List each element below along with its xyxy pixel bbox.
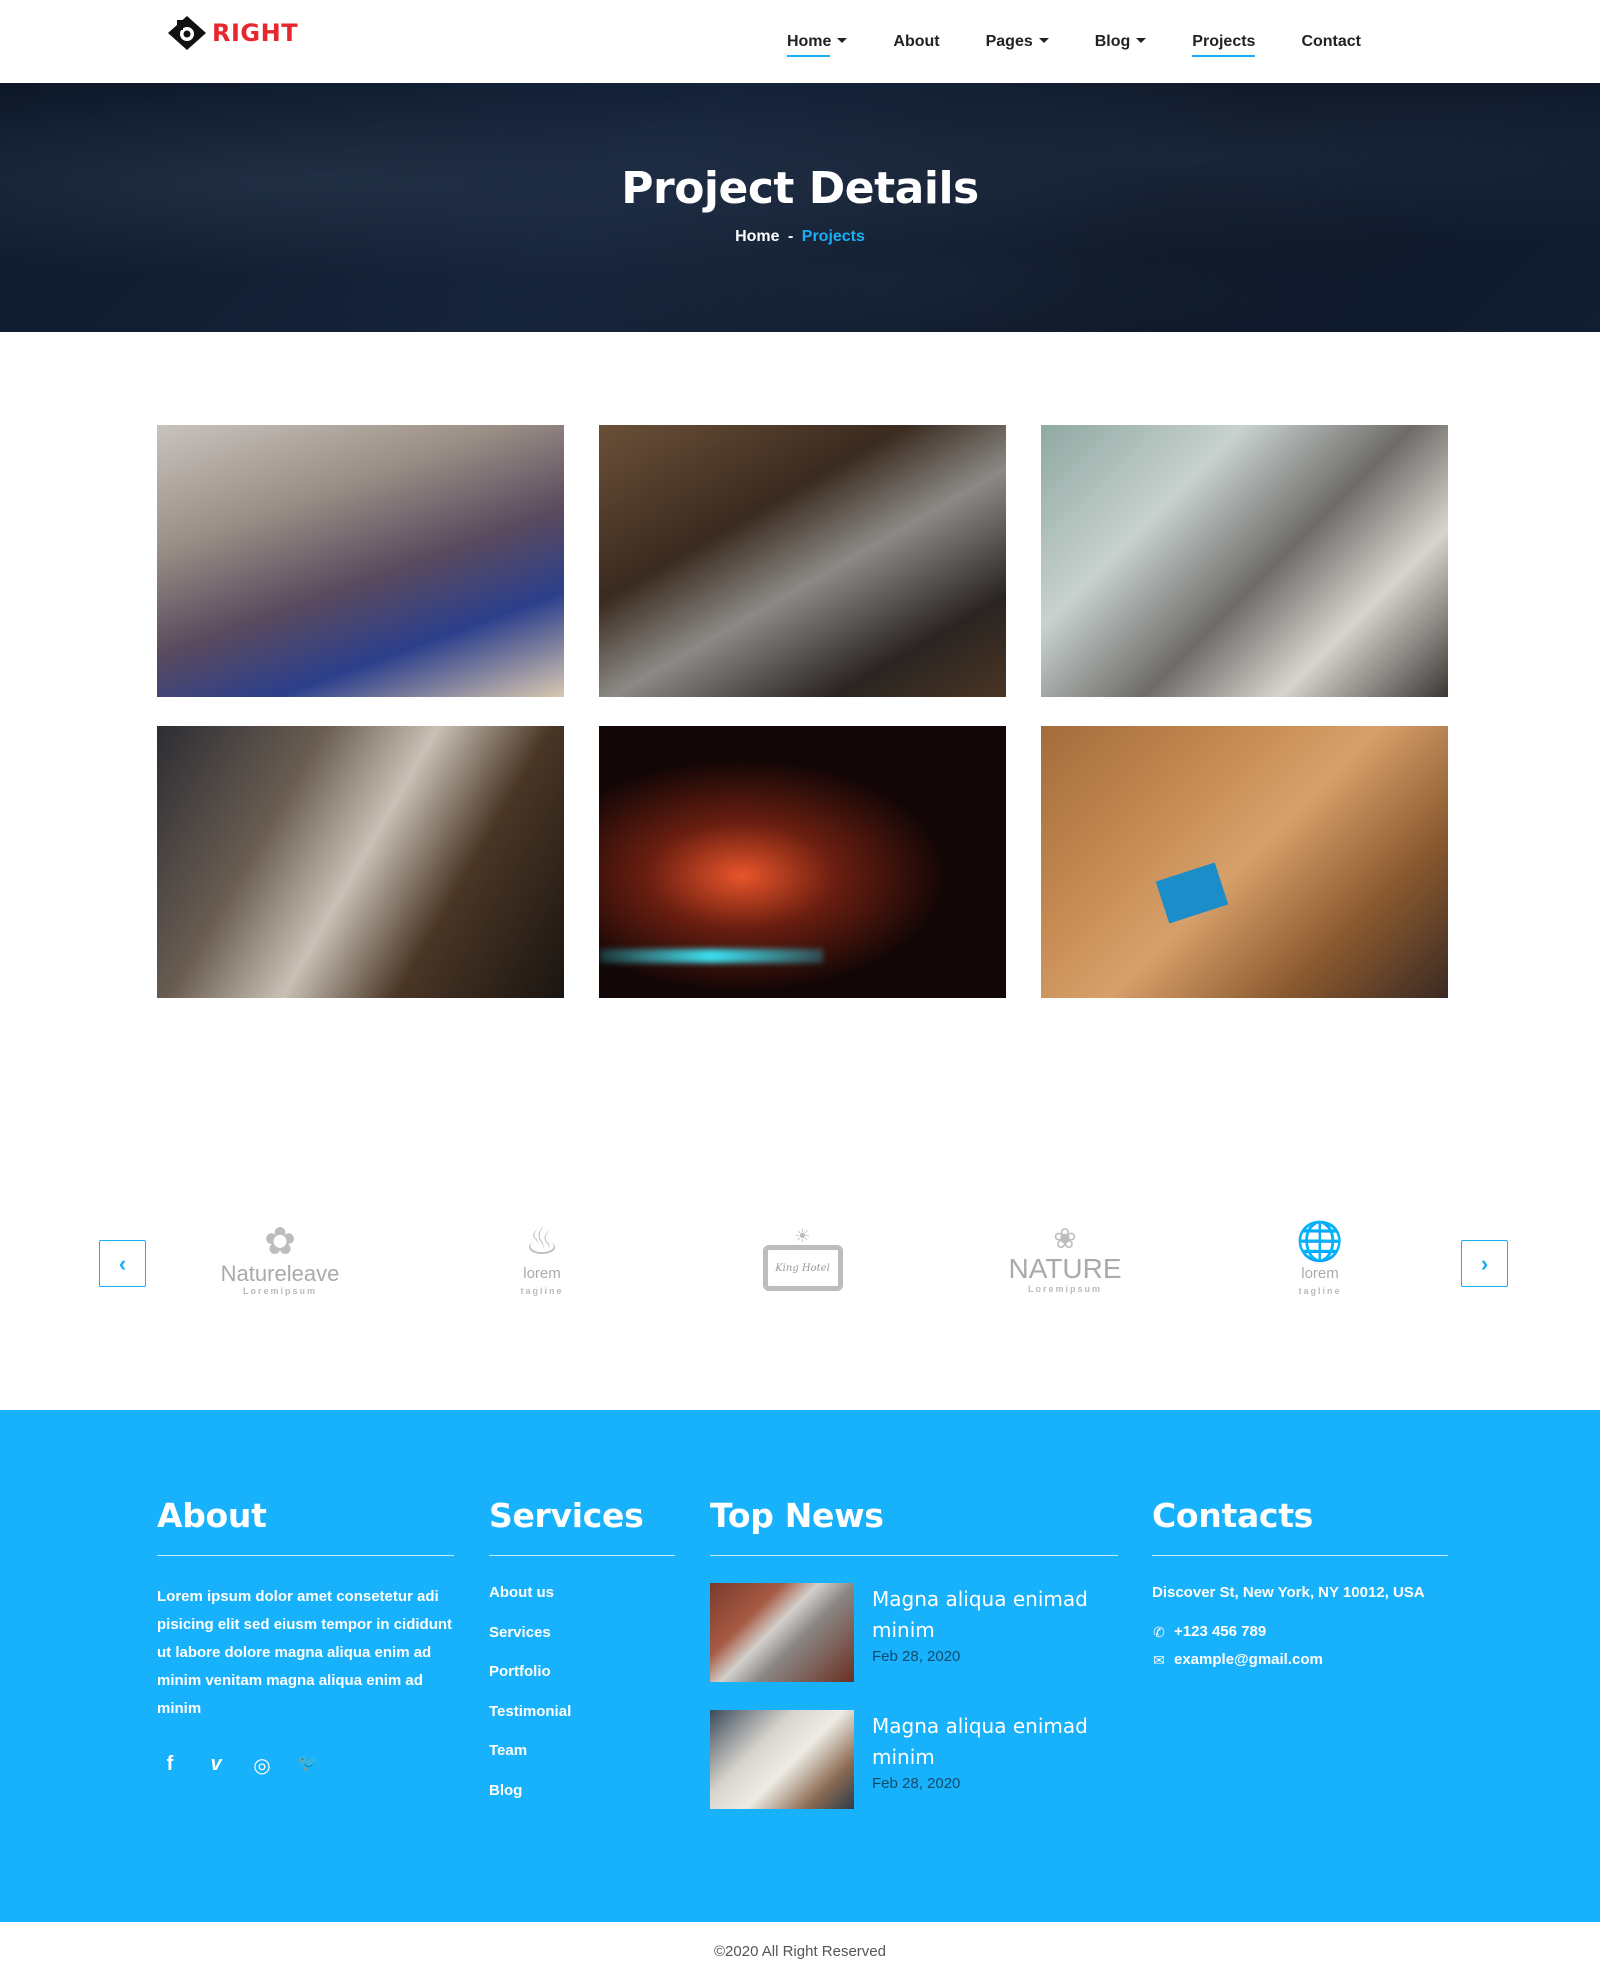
partner-name: NATURE <box>1008 1253 1122 1284</box>
breadcrumb-home-link[interactable]: Home <box>735 228 779 245</box>
partner-name: lorem <box>523 1265 561 1282</box>
caret-down-icon <box>837 37 848 43</box>
footer-about: About Lorem ipsum dolor amet consetetur … <box>157 1496 454 1778</box>
footer-news-heading: Top News <box>710 1496 1118 1556</box>
footer-contacts: Contacts Discover St, New York, NY 10012… <box>1152 1496 1448 1678</box>
chevron-left-icon: ‹ <box>118 1250 127 1276</box>
twitter-icon[interactable]: 🐦 <box>297 1753 319 1778</box>
nav-contact[interactable]: Contact <box>1278 0 1384 83</box>
partner-sub: tagline <box>520 1286 564 1296</box>
services-link[interactable]: Testimonial <box>489 1702 675 1722</box>
partner-name: lorem <box>1301 1265 1339 1282</box>
flame-icon: ♨ <box>524 1221 560 1263</box>
news-date: Feb 28, 2020 <box>872 1775 961 1792</box>
chevron-right-icon: › <box>1480 1250 1489 1276</box>
copyright-text: ©2020 All Right Reserved <box>714 1942 886 1960</box>
partner-logo-king-hotel[interactable]: ☀ King Hotel <box>755 1214 850 1304</box>
nav-blog[interactable]: Blog <box>1072 0 1170 83</box>
nav-about-label: About <box>893 32 940 50</box>
copyright-bar: ©2020 All Right Reserved <box>0 1922 1600 1980</box>
footer-top-news: Top News Magna aliqua enimad minim Feb 2… <box>710 1496 1118 1837</box>
footer-services-heading: Services <box>489 1496 675 1556</box>
project-photo-desk-overhead[interactable] <box>1041 726 1448 998</box>
nav-home[interactable]: Home <box>764 0 870 83</box>
project-photo-backlit-keyboard[interactable] <box>599 726 1006 998</box>
services-link[interactable]: Blog <box>489 1781 675 1801</box>
vimeo-icon[interactable]: v <box>205 1753 227 1778</box>
nav-blog-label: Blog <box>1094 32 1131 50</box>
footer-about-heading: About <box>157 1496 454 1556</box>
brand-name: RIGHT <box>212 19 299 47</box>
globe-icon: 🌐 <box>1296 1221 1344 1263</box>
services-link[interactable]: About us <box>489 1583 675 1603</box>
page-title: Project Details <box>621 163 979 214</box>
nav-home-label: Home <box>786 32 832 50</box>
contact-phone-text: +123 456 789 <box>1174 1623 1267 1640</box>
flower-icon: ❀ <box>1053 1223 1077 1254</box>
project-photo-coworkers-laptops[interactable] <box>599 425 1006 697</box>
logo-mark-icon <box>168 16 206 50</box>
project-gallery <box>157 425 1449 998</box>
caret-down-icon <box>1038 37 1049 43</box>
news-title[interactable]: Magna aliqua enimad minim <box>872 1711 1118 1773</box>
leaf-icon: ✿ <box>264 1221 296 1263</box>
brand-logo[interactable]: RIGHT <box>166 14 298 52</box>
breadcrumb: Home - Projects <box>0 228 1600 246</box>
contact-phone[interactable]: ✆ +123 456 789 <box>1152 1622 1448 1642</box>
facebook-icon[interactable]: f <box>159 1753 181 1778</box>
project-photo-meeting-table[interactable] <box>157 726 564 998</box>
page-banner: Project Details Home - Projects <box>0 83 1600 332</box>
carousel-prev-button[interactable]: ‹ <box>99 1240 146 1287</box>
caret-down-icon <box>1136 37 1147 43</box>
contact-email-text: example@gmail.com <box>1174 1651 1323 1668</box>
site-footer: About Lorem ipsum dolor amet consetetur … <box>0 1410 1600 1922</box>
main-menu: Home About Pages Blog Projects Contact <box>764 0 1384 83</box>
services-link[interactable]: Services <box>489 1623 675 1643</box>
instagram-icon[interactable]: ◎ <box>251 1753 273 1778</box>
partner-logo-natureleave[interactable]: ✿ Natureleave Loremipsum <box>220 1214 340 1304</box>
news-date: Feb 28, 2020 <box>872 1648 961 1665</box>
partner-name: King Hotel <box>775 1262 830 1274</box>
news-thumbnail[interactable] <box>710 1710 854 1809</box>
envelope-icon: ✉ <box>1153 1652 1165 1668</box>
footer-contacts-heading: Contacts <box>1152 1496 1448 1556</box>
nav-about[interactable]: About <box>870 0 962 83</box>
nav-projects[interactable]: Projects <box>1169 0 1278 83</box>
partner-logo-lorem-globe[interactable]: 🌐 lorem tagline <box>1275 1214 1365 1304</box>
partner-sub: tagline <box>1298 1286 1342 1296</box>
services-link[interactable]: Team <box>489 1741 675 1761</box>
social-links: f v ◎ 🐦 <box>157 1753 454 1778</box>
partner-sub: Loremipsum <box>1027 1284 1102 1294</box>
contact-address: Discover St, New York, NY 10012, USA <box>1152 1583 1448 1603</box>
footer-about-text: Lorem ipsum dolor amet consetetur adi pi… <box>157 1588 453 1717</box>
nav-pages[interactable]: Pages <box>963 0 1072 83</box>
services-link[interactable]: Portfolio <box>489 1662 675 1682</box>
news-item: Magna aliqua enimad minim Feb 28, 2020 <box>710 1583 1118 1682</box>
top-navbar: RIGHT Home About Pages Blog Projects Con… <box>0 0 1600 83</box>
project-photo-team-meeting[interactable] <box>157 425 564 697</box>
hotel-badge: King Hotel <box>762 1245 843 1291</box>
contact-address-text: Discover St, New York, NY 10012, USA <box>1152 1584 1425 1601</box>
nav-contact-label: Contact <box>1301 32 1361 50</box>
partner-logo-carousel: ‹ ✿ Natureleave Loremipsum ♨ lorem tagli… <box>0 1200 1600 1330</box>
news-title[interactable]: Magna aliqua enimad minim <box>872 1584 1118 1646</box>
news-item: Magna aliqua enimad minim Feb 28, 2020 <box>710 1710 1118 1809</box>
partner-logo-nature[interactable]: ❀ NATURE Loremipsum <box>1000 1214 1130 1304</box>
footer-services: Services About us Services Portfolio Tes… <box>489 1496 675 1820</box>
news-thumbnail[interactable] <box>710 1583 854 1682</box>
phone-icon: ✆ <box>1153 1624 1165 1640</box>
partner-name: Natureleave <box>220 1261 340 1286</box>
sunburst-icon: ☀ <box>794 1226 811 1246</box>
partner-sub: Loremipsum <box>242 1286 317 1296</box>
carousel-next-button[interactable]: › <box>1461 1240 1508 1287</box>
contact-email[interactable]: ✉ example@gmail.com <box>1152 1650 1448 1670</box>
services-list: About us Services Portfolio Testimonial … <box>489 1583 675 1801</box>
partner-logo-lorem-flame[interactable]: ♨ lorem tagline <box>497 1214 587 1304</box>
project-photo-laptop-paperwork[interactable] <box>1041 425 1448 697</box>
nav-projects-label: Projects <box>1192 32 1256 50</box>
breadcrumb-separator: - <box>787 228 794 245</box>
nav-pages-label: Pages <box>985 32 1033 50</box>
breadcrumb-current: Projects <box>801 228 865 245</box>
